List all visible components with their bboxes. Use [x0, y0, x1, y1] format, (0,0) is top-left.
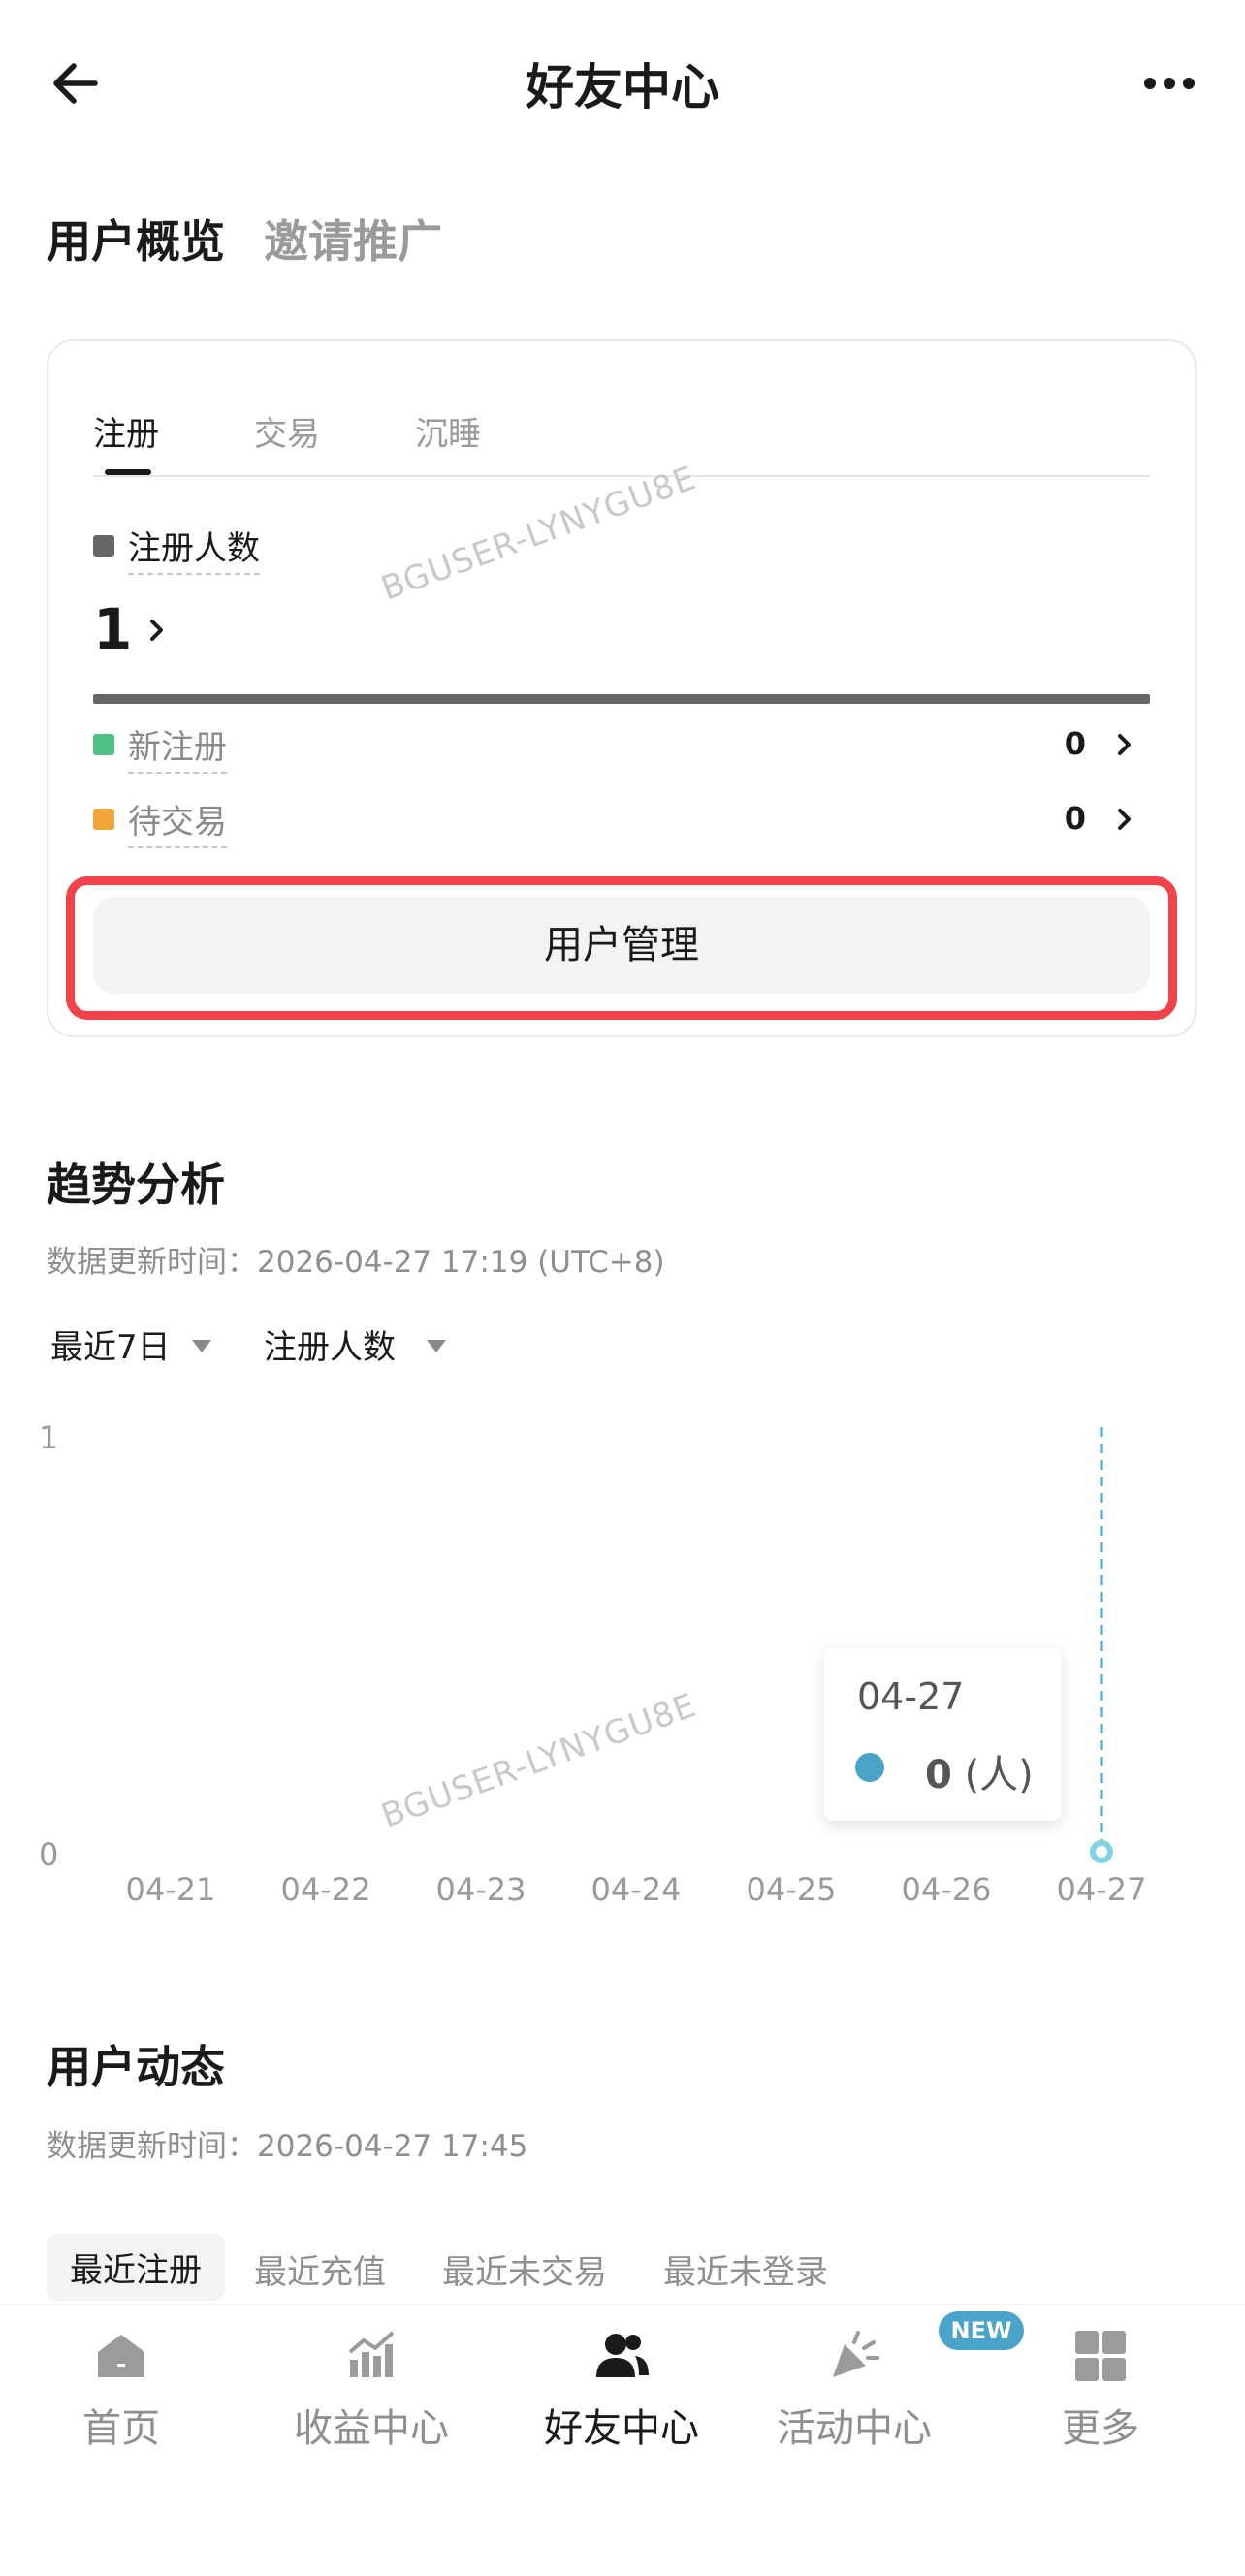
x-tick-label: 04-24 [591, 1871, 682, 1908]
dynamics-title: 用户动态 [47, 2041, 225, 2093]
chart-tooltip: 04-27 0 (人) [824, 1648, 1061, 1821]
total-label: 注册人数 [128, 522, 260, 575]
grid-icon [1075, 2331, 1126, 2381]
y-tick-label: 0 [39, 1836, 58, 1873]
range-dropdown[interactable]: 最近7日 [47, 1309, 221, 1367]
tab-invite-promotion[interactable]: 邀请推广 [264, 207, 442, 270]
data-point [1090, 1840, 1113, 1863]
nav-label: 首页 [82, 2406, 160, 2451]
nav-activity-center[interactable]: 活动中心 [733, 2327, 975, 2472]
x-tick-label: 04-21 [126, 1871, 216, 1908]
trend-updated-time: 数据更新时间：2026-04-27 17:19 (UTC+8) [47, 1245, 665, 1280]
metric-dropdown[interactable]: 注册人数 [260, 1309, 463, 1367]
tooltip-value: 0 (人) [925, 1753, 1034, 1797]
pending-trade-link[interactable]: 0 [1038, 794, 1154, 844]
total-value-link[interactable]: 1 [93, 582, 190, 669]
pending-trade-value: 0 [1064, 800, 1086, 837]
chevron-right-icon [1118, 809, 1131, 830]
tab-divider [93, 475, 1150, 477]
tab-user-overview[interactable]: 用户概览 [47, 207, 225, 270]
nav-more[interactable]: 更多 [979, 2327, 1222, 2472]
nav-label: 收益中心 [294, 2406, 449, 2451]
chevron-right-icon [1118, 734, 1131, 755]
page-title: 好友中心 [526, 59, 719, 115]
nav-earnings-center[interactable]: 收益中心 [250, 2327, 493, 2472]
x-tick-label: 04-22 [281, 1871, 371, 1908]
dynamics-tab-recent-deposit[interactable]: 最近充值 [254, 2245, 386, 2293]
x-tick-label: 04-25 [747, 1871, 837, 1908]
metric-dropdown-label: 注册人数 [264, 1328, 396, 1367]
new-register-link[interactable]: 0 [1038, 719, 1154, 770]
trend-title: 趋势分析 [47, 1159, 225, 1211]
nav-label: 好友中心 [544, 2406, 699, 2451]
home-icon [98, 2335, 144, 2377]
card-tab-trade[interactable]: 交易 [254, 407, 320, 455]
new-register-legend-square [93, 734, 114, 755]
total-value: 1 [93, 596, 133, 662]
tooltip-date: 04-27 [857, 1675, 965, 1718]
dynamics-tab-recent-no-login[interactable]: 最近未登录 [663, 2245, 828, 2293]
dynamics-tab-recent-no-trade[interactable]: 最近未交易 [442, 2245, 607, 2293]
more-icon[interactable] [1140, 64, 1198, 103]
earnings-chart-icon [348, 2331, 395, 2377]
nav-label: 更多 [1062, 2406, 1139, 2451]
x-tick-label: 04-27 [1057, 1871, 1147, 1908]
active-tab-indicator [105, 469, 151, 475]
total-progress-bar [93, 694, 1150, 704]
range-dropdown-label: 最近7日 [50, 1328, 171, 1367]
tooltip-series-dot [855, 1753, 884, 1782]
x-tick-label: 04-23 [436, 1871, 527, 1908]
total-legend-square [93, 535, 114, 557]
party-popper-icon [833, 2331, 879, 2377]
card-tab-dormant[interactable]: 沉睡 [415, 407, 481, 455]
x-tick-label: 04-26 [902, 1871, 992, 1908]
pending-trade-label: 待交易 [128, 795, 227, 848]
new-register-label: 新注册 [128, 720, 227, 774]
caret-down-icon [192, 1340, 211, 1352]
chevron-right-icon [150, 620, 163, 641]
user-management-button[interactable]: 用户管理 [93, 897, 1150, 994]
card-tab-register[interactable]: 注册 [93, 407, 159, 455]
caret-down-icon [427, 1340, 446, 1352]
nav-home[interactable]: 首页 [0, 2327, 242, 2472]
y-tick-label: 1 [39, 1419, 58, 1456]
dynamics-updated-time: 数据更新时间：2026-04-27 17:45 [47, 2129, 528, 2164]
nav-friends-center[interactable]: 好友中心 [500, 2327, 743, 2472]
pending-trade-legend-square [93, 809, 114, 830]
nav-label: 活动中心 [777, 2406, 932, 2451]
new-register-value: 0 [1064, 725, 1086, 762]
dynamics-tab-recent-register[interactable]: 最近注册 [47, 2234, 225, 2301]
friends-icon [596, 2334, 649, 2377]
